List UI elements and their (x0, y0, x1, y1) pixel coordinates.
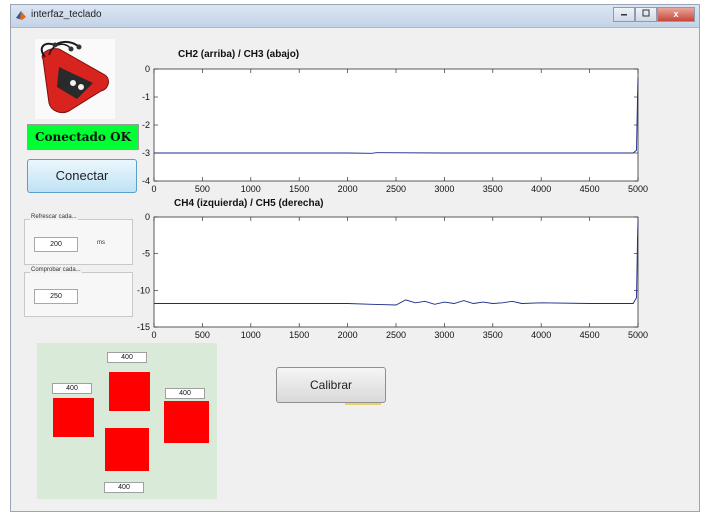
y-tick-label: -2 (142, 120, 150, 130)
up-arrow-value: 400 (107, 352, 147, 363)
x-tick-label: 4000 (531, 330, 551, 340)
y-tick-label: -4 (142, 176, 150, 186)
plot-ch2-ch3: CH2 (arriba) / CH3 (abajo) 0 500 1000 1500 2… (142, 49, 648, 194)
y-tick-label: 0 (145, 212, 150, 222)
plot-ch2-ch3-title: CH2 (arriba) / CH3 (abajo) (178, 49, 299, 60)
x-tick-label: 2500 (386, 184, 406, 194)
y-tick-label: -1 (142, 92, 150, 102)
x-tick-label: 1500 (289, 184, 309, 194)
x-tick-label: 0 (151, 184, 156, 194)
calibrate-focus-underline (345, 403, 381, 405)
y-tick-label: -5 (142, 249, 150, 259)
plots-area: CH2 (arriba) / CH3 (abajo) 0 500 1000 1500 2… (137, 49, 648, 340)
x-tick-label: 3500 (483, 184, 503, 194)
down-arrow-indicator (105, 428, 149, 471)
plot-ch4-ch5: CH4 (izquierda) / CH5 (derecha) 0 500 1000… (137, 198, 648, 340)
x-tick-label: 0 (151, 330, 156, 340)
arrow-keys-panel: 400 400 400 400 (37, 343, 217, 499)
x-tick-label: 500 (195, 330, 210, 340)
y-tick-label: 0 (145, 64, 150, 74)
x-tick-label: 1000 (241, 184, 261, 194)
left-arrow-indicator (53, 398, 94, 437)
app-window: interfaz_teclado x Conectado OK Conectar… (10, 4, 700, 512)
y-tick-label: -3 (142, 148, 150, 158)
y-tick-label: -15 (137, 322, 150, 332)
y-tick-label: -10 (137, 285, 150, 295)
x-tick-label: 500 (195, 184, 210, 194)
x-tick-label: 3500 (483, 330, 503, 340)
x-tick-label: 3000 (434, 330, 454, 340)
plot-ch4-ch5-title: CH4 (izquierda) / CH5 (derecha) (174, 198, 323, 209)
x-tick-label: 2000 (338, 330, 358, 340)
plot-ch4-ch5-axes (153, 216, 639, 328)
right-arrow-value: 400 (165, 388, 205, 399)
x-tick-label: 4000 (531, 184, 551, 194)
x-tick-label: 1000 (241, 330, 261, 340)
x-tick-label: 1500 (289, 330, 309, 340)
x-tick-label: 4500 (580, 330, 600, 340)
x-tick-label: 3000 (434, 184, 454, 194)
right-arrow-indicator (164, 401, 209, 443)
down-arrow-value: 400 (104, 482, 144, 493)
plot-ch2-ch3-axes (153, 68, 639, 182)
left-arrow-value: 400 (52, 383, 92, 394)
up-arrow-indicator (109, 372, 150, 411)
x-tick-label: 4500 (580, 184, 600, 194)
x-tick-label: 5000 (628, 184, 648, 194)
x-tick-label: 2500 (386, 330, 406, 340)
calibrate-button[interactable]: Calibrar (276, 367, 386, 403)
x-tick-label: 2000 (338, 184, 358, 194)
x-tick-label: 5000 (628, 330, 648, 340)
